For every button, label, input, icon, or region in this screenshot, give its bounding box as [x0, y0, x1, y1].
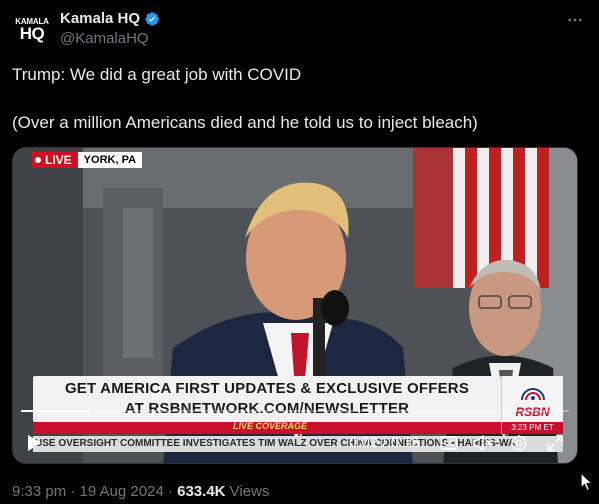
video-progress-bar[interactable] [21, 410, 569, 412]
tweet-timestamp[interactable]: 9:33 pm · 19 Aug 2024 · [12, 483, 173, 500]
tweet-meta: 9:33 pm · 19 Aug 2024 · 633.4K Views [12, 483, 269, 500]
mouse-cursor-icon [580, 472, 593, 492]
author-display-name[interactable]: Kamala HQ [60, 10, 160, 27]
volume-muted-icon [473, 435, 493, 451]
captions-icon [440, 436, 458, 450]
tweet-line-1: Trump: We did a great job with COVID [12, 65, 302, 84]
verified-badge-icon [145, 11, 159, 26]
live-badge: LIVE YORK, PA [32, 152, 143, 168]
live-text: LIVE [45, 153, 72, 167]
tweet-header: KAMALA HQ Kamala HQ @KamalaHQ [12, 8, 587, 50]
author-name-text: Kamala HQ [60, 10, 141, 27]
author-handle[interactable]: @KamalaHQ [60, 30, 160, 47]
video-player[interactable]: LIVE YORK, PA GET AMERICA FIRST UPDATES … [12, 147, 578, 464]
live-location: YORK, PA [77, 152, 143, 168]
play-icon [28, 435, 41, 451]
rsbn-logo-icon [520, 388, 545, 400]
avatar-text-bottom: HQ [19, 24, 45, 43]
settings-button[interactable] [508, 432, 530, 454]
lower-third-banner: GET AMERICA FIRST UPDATES & EXCLUSIVE OF… [33, 376, 501, 422]
avatar[interactable]: KAMALA HQ [12, 10, 52, 50]
live-dot-icon [35, 157, 41, 163]
expand-icon [547, 435, 563, 451]
network-logo-box: RSBN 3:23 PM ET [501, 376, 563, 434]
fullscreen-button[interactable] [544, 432, 566, 454]
captions-button[interactable] [438, 432, 460, 454]
banner-line-2: AT RSBNETWORK.COM/NEWSLETTER [124, 400, 410, 417]
play-button[interactable] [23, 432, 45, 454]
video-time: 0:02 / 0:16 [349, 434, 420, 451]
author-names: Kamala HQ @KamalaHQ [60, 10, 160, 47]
banner-line-1: GET AMERICA FIRST UPDATES & EXCLUSIVE OF… [64, 380, 470, 397]
more-options-icon[interactable] [563, 10, 587, 30]
gear-icon [510, 434, 528, 451]
mute-button[interactable] [472, 432, 494, 454]
video-progress-fill [21, 410, 90, 412]
video-controls: 0:02 / 0:16 [13, 430, 577, 456]
views-label: Views [229, 483, 270, 500]
network-name: RSBN [515, 405, 550, 419]
tweet-text: Trump: We did a great job with COVID (Ov… [12, 64, 582, 134]
views-count: 633.4K [177, 483, 226, 500]
tweet-line-2: (Over a million Americans died and he to… [12, 113, 478, 132]
live-label: LIVE [32, 152, 78, 168]
